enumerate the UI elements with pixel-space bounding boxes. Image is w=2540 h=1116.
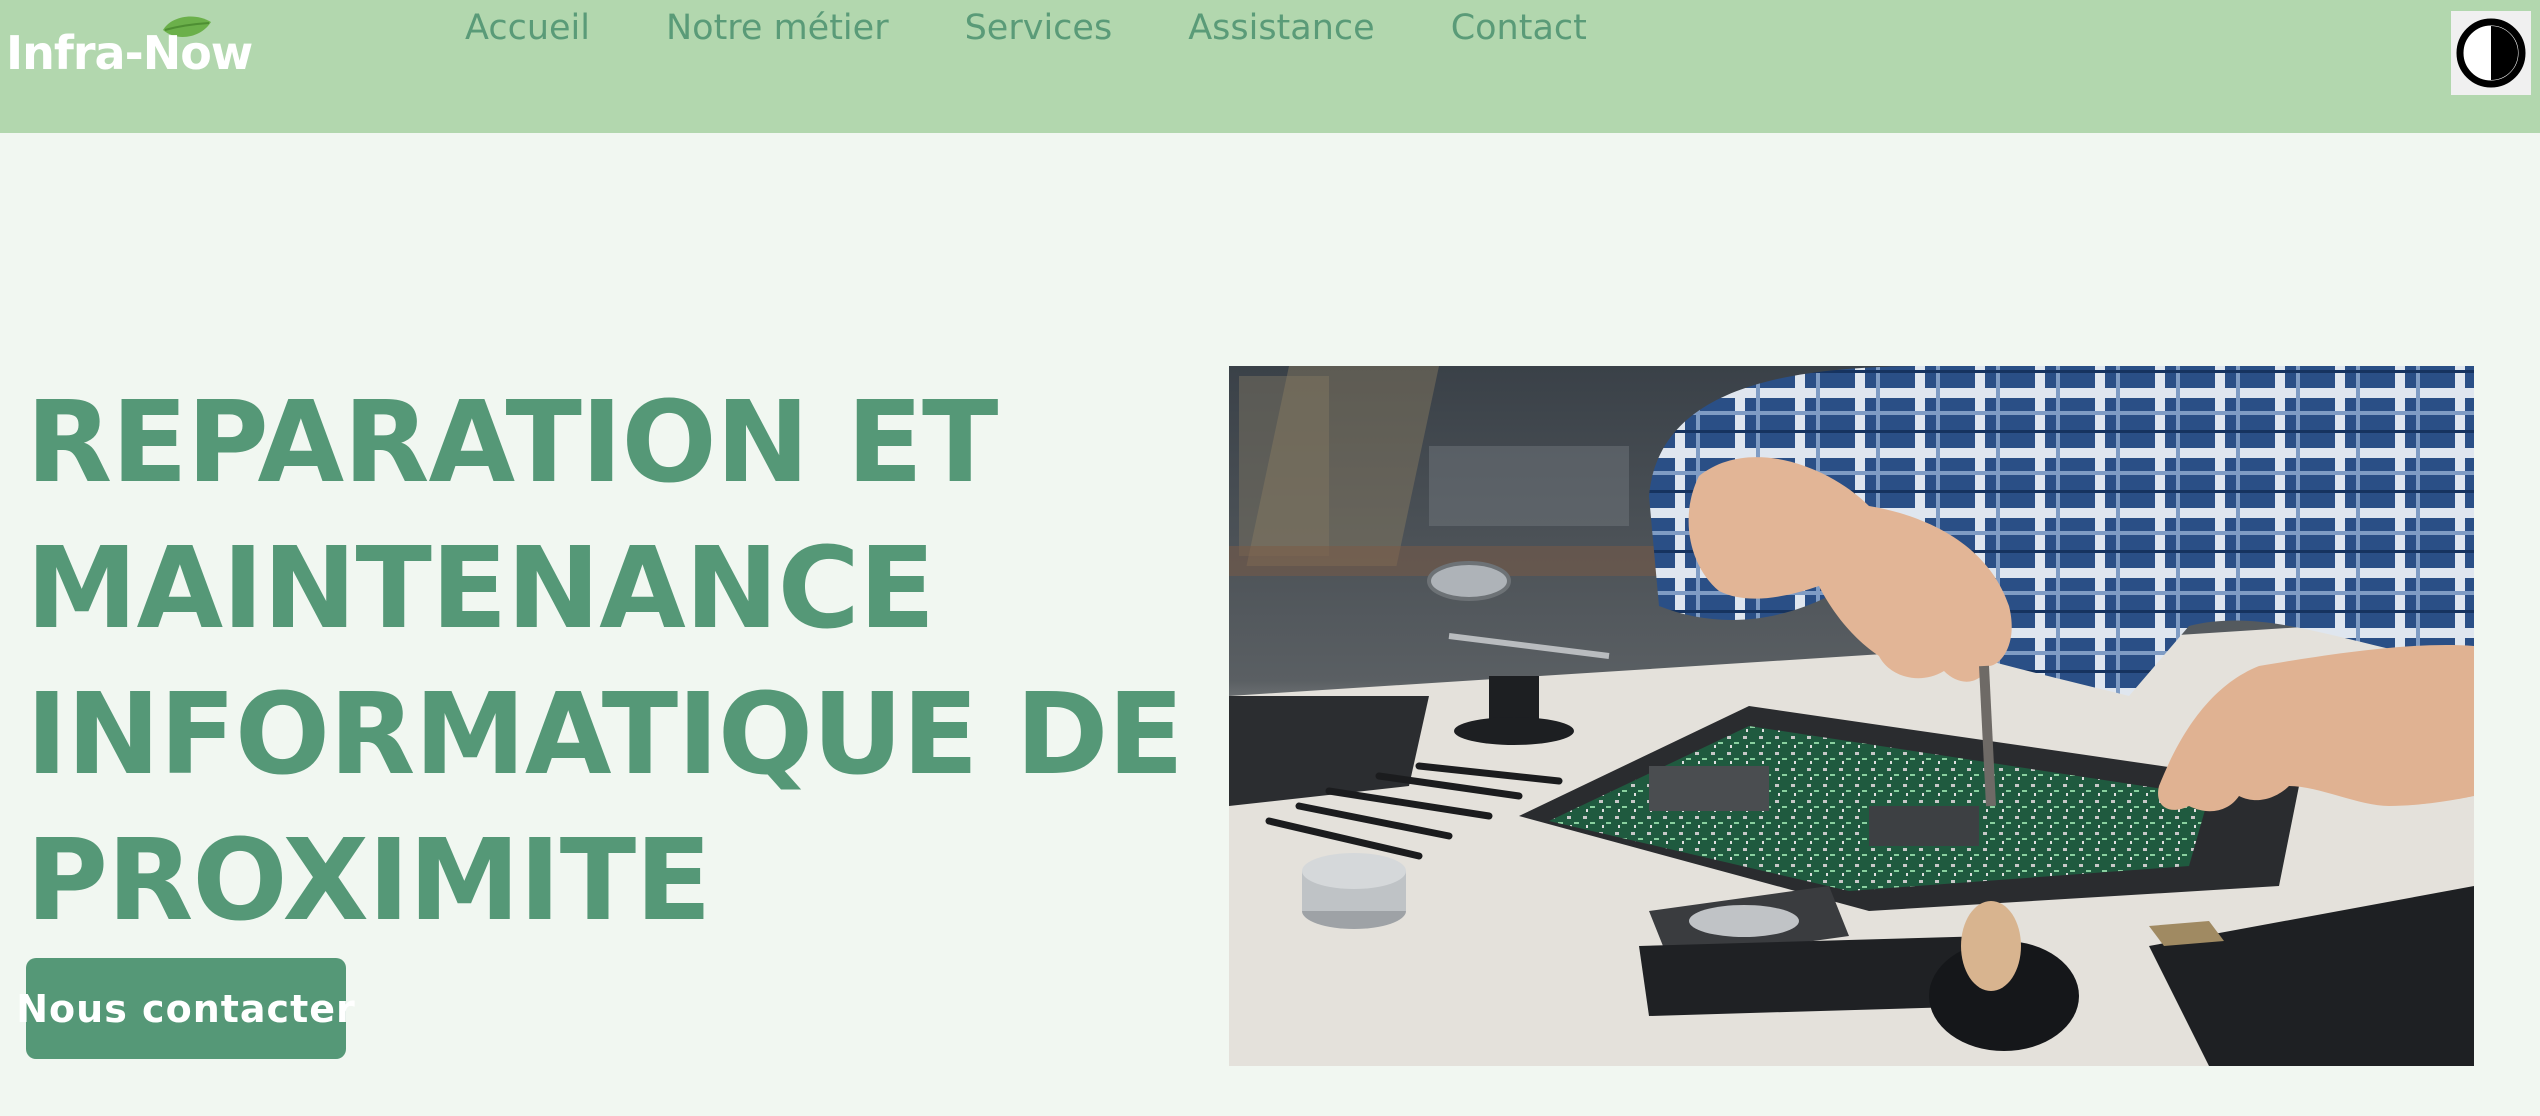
nav-notre-metier[interactable]: Notre métier (666, 4, 889, 52)
hero-title: REPARATION ET MAINTENANCE INFORMATIQUE D… (26, 370, 1184, 954)
hero-title-line: REPARATION ET (26, 378, 998, 508)
contact-button[interactable]: Nous contacter (16, 958, 355, 1059)
nav-accueil[interactable]: Accueil (465, 4, 590, 52)
hero-title-line: INFORMATIQUE DE (26, 670, 1184, 800)
hero-title-line: PROXIMITE (26, 816, 712, 946)
photo-technician-repairing-motherboard (1229, 366, 2474, 1066)
contrast-icon (2456, 18, 2526, 88)
logo-text: Infra-Now (6, 26, 253, 80)
nav-contact[interactable]: Contact (1451, 4, 1587, 52)
logo[interactable]: Infra-Now (6, 14, 256, 84)
hero-image (1229, 366, 2474, 1066)
contrast-toggle-button[interactable] (2451, 11, 2531, 95)
nav-assistance[interactable]: Assistance (1188, 4, 1375, 52)
nav-services[interactable]: Services (965, 4, 1113, 52)
site-header: Infra-Now Accueil Notre métier Services … (0, 0, 2540, 133)
main-nav: Accueil Notre métier Services Assistance… (465, 4, 1587, 52)
hero-title-line: MAINTENANCE (26, 524, 935, 654)
